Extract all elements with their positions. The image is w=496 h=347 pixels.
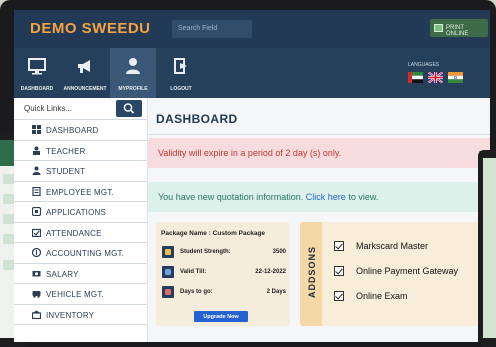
countdown-icon <box>162 286 174 298</box>
nav-myprofile-label: MYPROFILE <box>118 86 148 92</box>
sidebar: Quick Links... DASHBOARD TEACHER STUDENT… <box>14 98 148 342</box>
sidebar-item-label: EMPLOYEE MGT. <box>46 187 114 197</box>
package-row-student-strength: Student Strength: 3500 <box>162 246 286 260</box>
right-phone-screen <box>483 158 496 338</box>
accounting-icon <box>32 248 41 257</box>
uae-flag-icon[interactable] <box>408 72 423 83</box>
quotation-link[interactable]: Click here <box>306 192 346 202</box>
quotation-alert: You have new quotation information. Clic… <box>148 182 490 212</box>
app-screen: DEMO SWEEDU Search Field PRINT ONLINE DA… <box>14 10 490 342</box>
sidebar-item-label: SALARY <box>46 269 79 279</box>
validity-alert-text: Validity will expire in a period of 2 da… <box>158 148 342 158</box>
sidebar-item-label: DASHBOARD <box>46 126 99 135</box>
calendar-icon <box>162 266 174 278</box>
nav-dashboard[interactable]: DASHBOARD <box>14 48 60 98</box>
addon-label: Online Exam <box>356 291 408 301</box>
grid-icon <box>32 125 41 134</box>
monitor-icon <box>28 58 46 75</box>
package-row-days-to-go: Days to go: 2 Days <box>162 286 286 300</box>
quick-links-search-button[interactable] <box>116 100 142 117</box>
sidebar-item-label: STUDENT <box>46 167 86 176</box>
sidebar-item-inventory[interactable]: INVENTORY <box>14 305 147 325</box>
nav-myprofile[interactable]: MYPROFILE <box>110 48 156 98</box>
nav-announcement[interactable]: ANNOUNCEMENT <box>62 48 108 98</box>
page-title: DASHBOARD <box>156 112 238 126</box>
sidebar-item-employee-mgt[interactable]: EMPLOYEE MGT. <box>14 182 147 202</box>
sidebar-item-accounting-mgt[interactable]: ACCOUNTING MGT. <box>14 243 147 264</box>
languages-label: LANGUAGES <box>408 62 440 68</box>
quick-links-row: Quick Links... <box>14 98 147 120</box>
addon-label: Markscard Master <box>356 241 429 251</box>
upgrade-now-button[interactable]: Upgrade Now <box>194 311 248 322</box>
print-online-button[interactable]: PRINT ONLINE <box>430 19 488 37</box>
megaphone-icon <box>78 60 90 73</box>
india-flag-icon[interactable] <box>448 72 463 83</box>
student-strength-icon <box>162 246 174 258</box>
vehicle-icon <box>32 291 41 298</box>
package-name: Package Name : Custom Package <box>161 230 266 237</box>
applications-icon <box>32 207 41 216</box>
package-row-valid-till: Valid Till: 22-12-2022 <box>162 266 286 280</box>
attendance-icon <box>32 228 41 237</box>
nav-logout-label: LOGOUT <box>170 86 192 92</box>
addons-title: ADDSONS <box>307 245 318 299</box>
checkbox-checked-icon[interactable] <box>334 266 344 276</box>
package-row-label: Student Strength: <box>180 249 231 255</box>
employee-icon <box>32 186 41 196</box>
nav-logout[interactable]: LOGOUT <box>158 48 204 98</box>
student-icon <box>32 166 41 175</box>
quotation-alert-suffix: to view. <box>348 192 379 202</box>
brand-logo[interactable]: DEMO SWEEDU <box>30 20 151 37</box>
search-icon <box>123 103 135 114</box>
addon-label: Online Payment Gateway <box>356 266 459 276</box>
nav-announcement-label: ANNOUNCEMENT <box>63 86 107 92</box>
sidebar-item-label: ATTENDANCE <box>46 228 102 238</box>
uk-flag-icon[interactable] <box>428 72 443 83</box>
sidebar-item-label: INVENTORY <box>46 310 95 320</box>
checkbox-checked-icon[interactable] <box>334 241 344 251</box>
addons-card: ADDSONS Markscard Master Online Payment … <box>300 222 490 326</box>
teacher-icon <box>33 146 40 155</box>
title-divider <box>148 134 490 135</box>
sidebar-item-label: TEACHER <box>46 146 86 156</box>
package-row-value: 22-12-2022 <box>255 269 286 275</box>
quick-links-input[interactable]: Quick Links... <box>24 104 72 113</box>
main-nav: DASHBOARD ANNOUNCEMENT MYPROFILE LOGOUT … <box>14 48 490 98</box>
sidebar-item-applications[interactable]: APPLICATIONS <box>14 202 147 223</box>
sidebar-item-attendance[interactable]: ATTENDANCE <box>14 223 147 243</box>
salary-icon <box>32 270 41 276</box>
sidebar-item-label: APPLICATIONS <box>46 208 107 217</box>
nav-dashboard-label: DASHBOARD <box>20 86 54 92</box>
package-row-value: 2 Days <box>266 289 286 295</box>
print-icon <box>434 24 443 32</box>
package-row-value: 3500 <box>272 249 286 255</box>
sidebar-item-teacher[interactable]: TEACHER <box>14 141 147 161</box>
user-icon <box>126 58 140 74</box>
right-phone-mockup <box>478 150 496 347</box>
validity-alert: Validity will expire in a period of 2 da… <box>148 138 490 168</box>
sidebar-item-student[interactable]: STUDENT <box>14 161 147 182</box>
top-header: DEMO SWEEDU Search Field PRINT ONLINE <box>14 10 490 48</box>
print-online-label: PRINT ONLINE <box>446 25 469 37</box>
logout-icon <box>174 58 187 74</box>
addons-tab: ADDSONS <box>300 222 322 326</box>
main-content: DASHBOARD Validity will expire in a peri… <box>148 98 490 342</box>
package-card: Package Name : Custom Package Student St… <box>156 222 290 326</box>
inventory-icon <box>32 310 41 319</box>
sidebar-item-label: ACCOUNTING MGT. <box>46 249 125 258</box>
sidebar-item-dashboard[interactable]: DASHBOARD <box>14 120 147 141</box>
package-row-label: Days to go: <box>180 289 213 295</box>
sidebar-item-label: VEHICLE MGT. <box>46 290 104 299</box>
search-input[interactable]: Search Field <box>172 20 252 38</box>
checkbox-checked-icon[interactable] <box>334 291 344 301</box>
sidebar-item-salary[interactable]: SALARY <box>14 264 147 284</box>
quotation-alert-text: You have new quotation information. <box>158 192 304 202</box>
sidebar-item-vehicle-mgt[interactable]: VEHICLE MGT. <box>14 284 147 305</box>
package-row-label: Valid Till: <box>180 269 207 275</box>
